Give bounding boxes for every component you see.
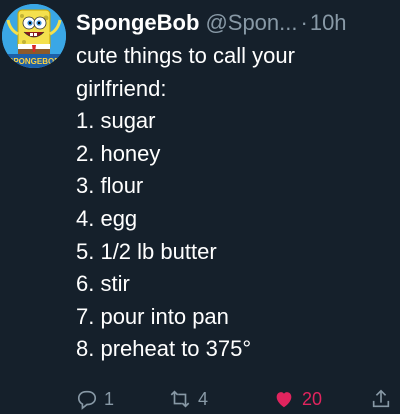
like-button[interactable]: 20 [272,384,322,414]
avatar[interactable]: SPONGEBOB [2,4,66,68]
tweet-line: girlfriend: [76,75,167,101]
tweet-line: 6. stir [76,271,130,297]
retweet-icon [170,390,190,408]
display-name[interactable]: SpongeBob [76,10,199,35]
tweet-line: 1. sugar [76,108,156,134]
reply-icon [77,390,97,410]
tweet-line: 3. flour [76,173,144,199]
tweet-actions: 1 4 20 [76,384,396,414]
svg-text:SPONGEBOB: SPONGEBOB [8,57,60,66]
retweet-count: 4 [198,388,209,409]
share-button[interactable] [370,384,398,414]
reply-button[interactable]: 1 [76,384,114,414]
tweet-line: 7. pour into pan [76,303,229,329]
tweet-line: 8. preheat to 375° [76,336,252,362]
heart-icon [276,392,292,408]
spongebob-avatar-image: SPONGEBOB [2,4,66,68]
user-handle[interactable]: @Spon... [205,10,297,35]
separator-dot: · [300,10,308,35]
tweet-line: 2. honey [76,140,161,166]
tweet-line: 4. egg [76,205,138,231]
tweet[interactable]: SPONGEBOB SpongeBob @Spon... ·10h cute thi… [0,0,400,410]
tweet-line: cute things to call your [76,43,295,68]
retweet-button[interactable]: 4 [168,384,208,414]
share-icon [372,389,390,408]
reply-count: 1 [104,388,115,409]
like-count: 20 [302,388,323,409]
tweet-text: cute things to call your girlfriend: 1. … [76,40,396,366]
tweet-header: SpongeBob @Spon... ·10h [76,6,398,40]
tweet-line: 5. 1/2 lb butter [76,238,217,264]
timestamp[interactable]: 10h [310,10,347,35]
